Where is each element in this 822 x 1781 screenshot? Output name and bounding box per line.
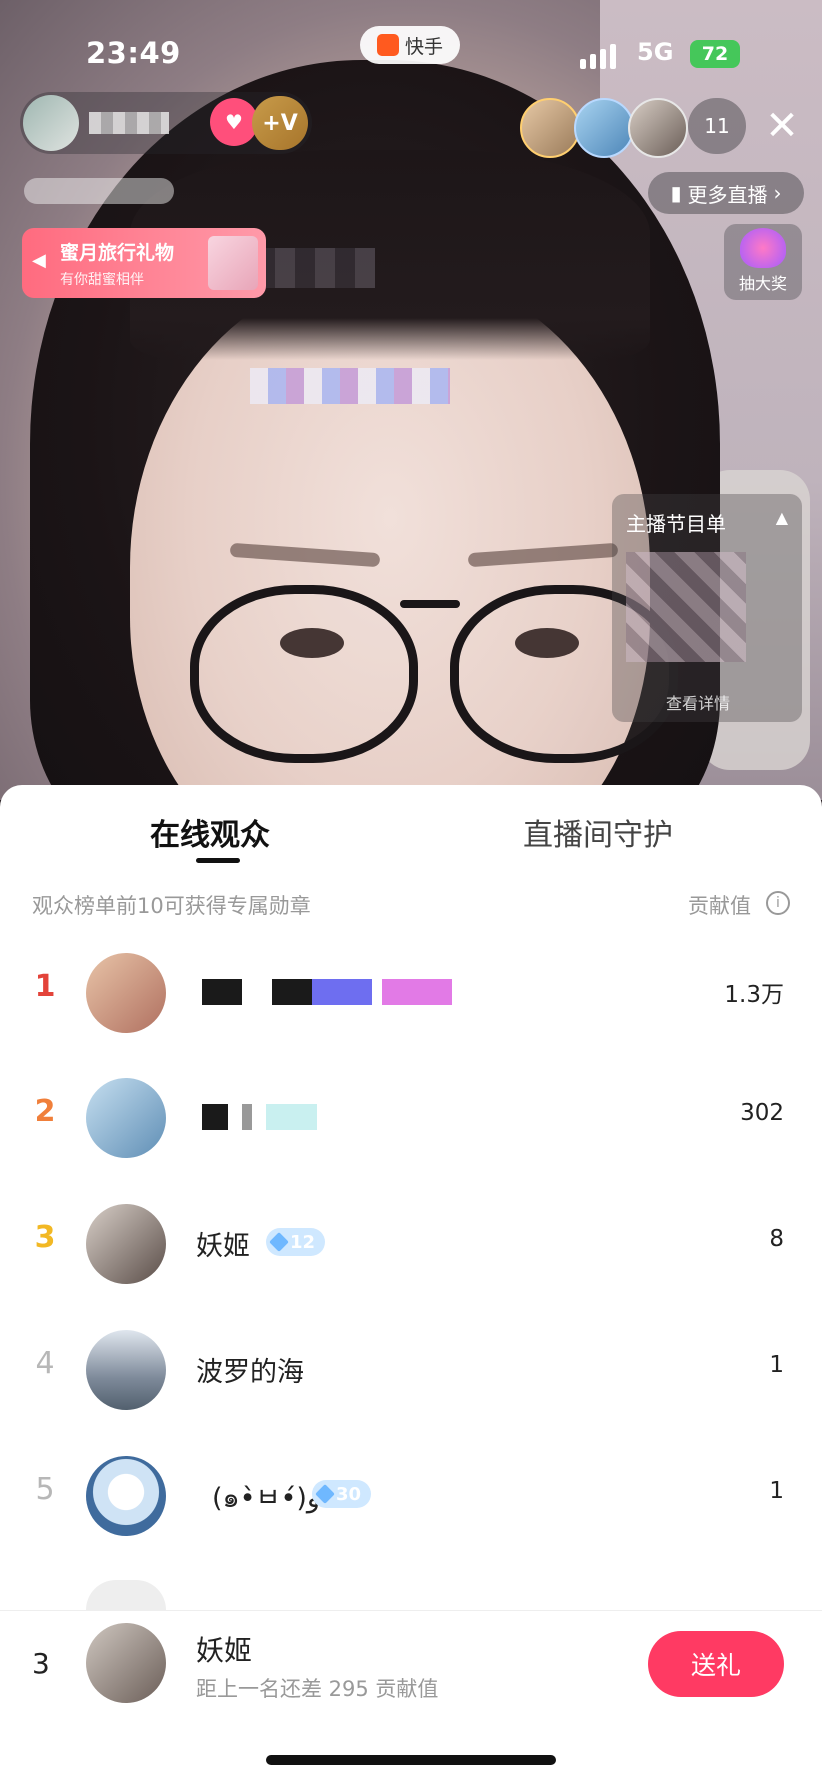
my-rank: 3 [32, 1647, 50, 1680]
level-badge: 12 [266, 1228, 326, 1256]
table-row[interactable]: 2 302 [0, 1060, 822, 1170]
chevron-left-icon: ◀ [32, 250, 46, 271]
kuaishou-logo-icon [376, 34, 399, 56]
username: 波罗的海 [196, 1357, 304, 1388]
gift-banner-image [208, 236, 258, 290]
lottery-button[interactable]: 抽大奖 [724, 224, 802, 300]
contribution-label: 贡献值 [688, 894, 751, 918]
viewer-count-button[interactable]: 11 [688, 98, 746, 154]
table-row[interactable]: 4 波罗的海 1 [0, 1312, 822, 1422]
diamond-icon [315, 1484, 335, 1504]
battery-indicator: 72 [690, 40, 740, 68]
host-name-redacted [89, 112, 169, 134]
rank-number: 2 [34, 1094, 56, 1129]
home-indicator[interactable] [266, 1755, 556, 1765]
tab-indicator [196, 858, 240, 863]
close-icon[interactable]: ✕ [758, 98, 806, 154]
avatar[interactable] [86, 953, 166, 1033]
contribution-score: 1 [769, 1478, 784, 1504]
host-tag-redacted [24, 178, 174, 204]
gift-banner[interactable]: ◀ 蜜月旅行礼物 有你甜蜜相伴 [22, 228, 266, 298]
ranking-hint: 观众榜单前10可获得专属勋章 [32, 894, 311, 918]
contribution-score: 302 [740, 1100, 784, 1126]
heart-plus-icon: ♥ [225, 110, 243, 134]
avatar[interactable] [86, 1456, 166, 1536]
signal-icon [580, 44, 616, 69]
pixelated-overlay [250, 368, 450, 404]
viewer-avatar[interactable] [574, 98, 634, 158]
my-avatar[interactable] [86, 1623, 166, 1703]
app-badge[interactable]: 快手 [360, 26, 460, 64]
table-row[interactable]: 3 妖姬 12 8 [0, 1186, 822, 1296]
my-name: 妖姬 [196, 1634, 253, 1667]
diamond-icon [269, 1232, 289, 1252]
username-redacted [202, 979, 452, 1005]
gap-to-next: 距上一名还差 295 贡献值 [196, 1677, 439, 1701]
program-list-redacted [626, 552, 746, 662]
chevron-right-icon: › [773, 181, 782, 205]
info-icon[interactable]: i [766, 891, 790, 915]
send-gift-button[interactable]: 送礼 [648, 1631, 784, 1697]
program-list-card[interactable]: 主播节目单 ▲ 查看详情 [612, 494, 802, 722]
tab-room-guardian[interactable]: 直播间守护 [523, 810, 673, 854]
app-name: 快手 [404, 35, 443, 58]
follow-button[interactable]: ♥ [210, 98, 258, 146]
contribution-score: 1.3万 [724, 982, 784, 1008]
glasses-left-lens [190, 585, 418, 763]
avatar[interactable] [86, 1330, 166, 1410]
top-viewers[interactable] [520, 98, 688, 158]
host-avatar[interactable] [23, 95, 79, 151]
host-profile-card[interactable]: ♥ +V [20, 92, 312, 154]
program-detail-link[interactable]: 查看详情 [666, 690, 730, 714]
level-badge: 30 [312, 1480, 372, 1508]
table-row[interactable]: 5 (๑•̀ㅂ•́)و✧ 30 1 [0, 1438, 822, 1548]
more-live-label: 更多直播 [687, 182, 768, 207]
rank-number: 4 [35, 1346, 55, 1381]
network-label: 5G [637, 38, 674, 66]
viewer-avatar[interactable] [520, 98, 580, 158]
rank-number: 3 [34, 1220, 56, 1255]
my-rank-bar: 3 妖姬 距上一名还差 295 贡献值 送礼 [0, 1610, 822, 1781]
status-time: 23:49 [86, 36, 181, 70]
glasses-bridge [400, 600, 460, 608]
more-live-button[interactable]: ▮ 更多直播 › [648, 172, 804, 214]
rank-number: 1 [34, 969, 56, 1004]
gift-icon [740, 228, 786, 268]
table-row[interactable]: 1 1.3万 [0, 935, 822, 1045]
contribution-score: 8 [769, 1226, 784, 1252]
avatar[interactable] [86, 1078, 166, 1158]
tab-online-audience[interactable]: 在线观众 [150, 810, 270, 854]
pixelated-overlay [255, 248, 375, 288]
username: 妖姬 [196, 1231, 250, 1262]
vip-button[interactable]: +V [252, 96, 308, 150]
viewer-avatar[interactable] [628, 98, 688, 158]
avatar[interactable] [86, 1204, 166, 1284]
chevron-up-icon[interactable]: ▲ [776, 508, 788, 527]
username-redacted [202, 1104, 317, 1130]
rank-number: 5 [35, 1472, 55, 1507]
contribution-score: 1 [769, 1352, 784, 1378]
bars-icon: ▮ [670, 181, 682, 205]
lottery-label: 抽大奖 [738, 274, 787, 293]
